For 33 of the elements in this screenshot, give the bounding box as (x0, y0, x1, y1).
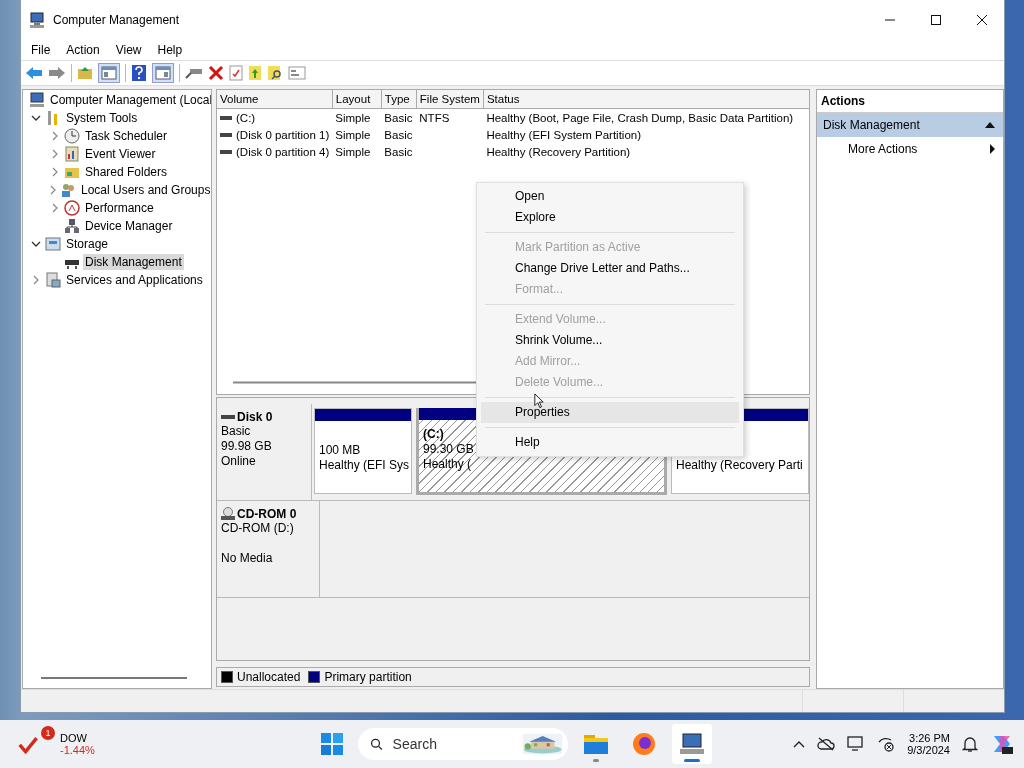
partition-status: Healthy (Recovery Parti (676, 458, 803, 473)
partition-size: 100 MB (319, 443, 361, 458)
partition-status: Healthy (EFI Sys (319, 458, 410, 473)
table-cell: Healthy (EFI System Partition) (486, 128, 642, 141)
legend-label: Primary partition (324, 670, 412, 684)
table-cell: Simple (335, 128, 371, 141)
disk-name: Disk 0 (237, 410, 273, 424)
table-cell: Basic (384, 111, 413, 124)
disk-info: Online (221, 454, 257, 469)
disk-name: CD-ROM 0 (237, 507, 297, 521)
table-cell: NTFS (419, 111, 450, 124)
table-cell: Basic (384, 128, 413, 141)
table-cell: Simple (335, 145, 371, 158)
disk-info: No Media (221, 551, 274, 566)
notification-badge: 1 (41, 726, 55, 740)
window-title: Computer Management (53, 13, 180, 27)
table-cell: (Disk 0 partition 1) (236, 129, 330, 141)
ticker-name: DOW (60, 732, 88, 744)
disk-info: CD-ROM (D:) (221, 521, 295, 536)
table-cell: Basic (384, 145, 413, 158)
disk-info: Basic (221, 424, 252, 439)
table-cell: Healthy (Recovery Partition) (486, 145, 631, 158)
table-cell: Healthy (Boot, Page File, Crash Dump, Basic Data Partition) (486, 111, 794, 124)
disk-info: 99.98 GB (221, 439, 273, 454)
partition-status: Healthy ( (423, 457, 472, 472)
table-cell: (Disk 0 partition 4) (236, 146, 330, 158)
section-title: Disk Management (823, 118, 920, 132)
ticker-change: -1.44% (60, 744, 95, 756)
table-cell: Simple (335, 111, 371, 124)
legend-label: Unallocated (237, 670, 301, 684)
partition-size: 99.30 GB (423, 442, 474, 457)
partition-name: (C:) (423, 427, 444, 442)
table-cell: (C:) (236, 112, 256, 124)
